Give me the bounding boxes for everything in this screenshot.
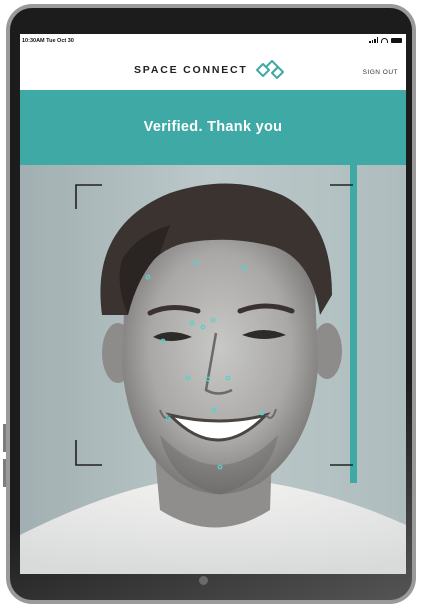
face-photo bbox=[20, 165, 406, 574]
app-header: SPACE CONNECT SIGN OUT bbox=[20, 48, 406, 90]
status-bar: 10:30AM Tue Oct 30 bbox=[20, 34, 406, 48]
face-scan-view bbox=[20, 165, 406, 574]
sign-out-button[interactable]: SIGN OUT bbox=[363, 69, 398, 76]
cellular-signal-icon bbox=[369, 37, 378, 43]
brand-logo: SPACE CONNECT bbox=[134, 60, 284, 80]
volume-button bbox=[3, 424, 6, 452]
space-connect-logo-icon bbox=[255, 60, 284, 79]
wifi-icon bbox=[381, 37, 388, 43]
brand-name: SPACE CONNECT bbox=[134, 64, 248, 76]
volume-button bbox=[3, 459, 6, 487]
verification-banner: Verified. Thank you bbox=[20, 90, 406, 165]
scan-progress-bar bbox=[350, 165, 357, 483]
battery-icon bbox=[391, 37, 402, 43]
status-time: 10:30AM Tue Oct 30 bbox=[22, 38, 74, 44]
verification-message: Verified. Thank you bbox=[143, 119, 283, 135]
home-button[interactable] bbox=[199, 576, 208, 585]
app-screen: 10:30AM Tue Oct 30 SPACE CONNECT SIGN OU… bbox=[20, 34, 406, 574]
